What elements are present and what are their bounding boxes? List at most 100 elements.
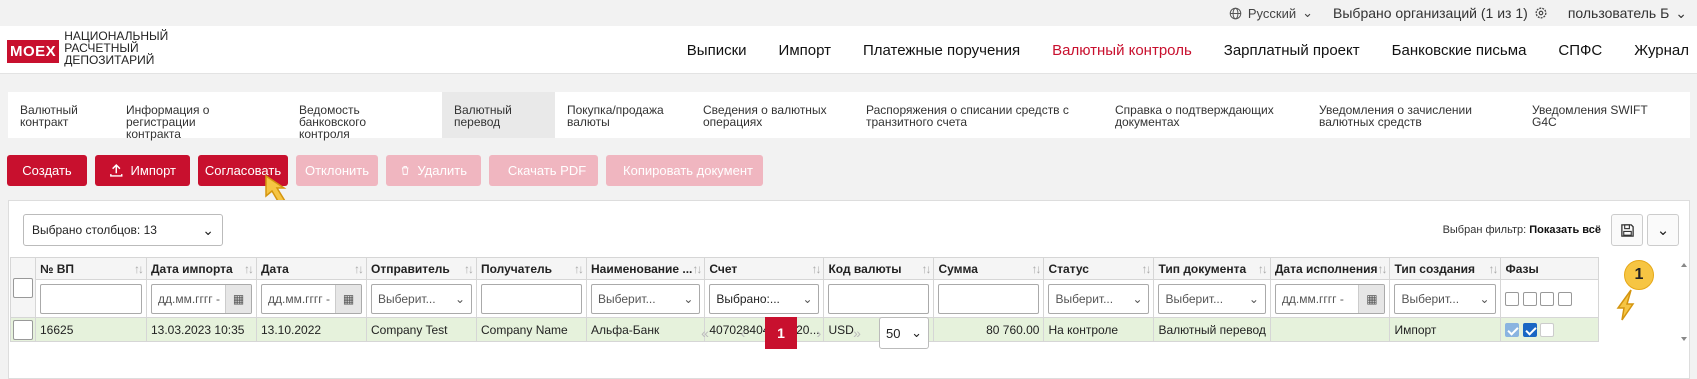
column-header[interactable]: Счет ↑↓	[704, 257, 825, 280]
sort-icon[interactable]: ↑↓	[134, 262, 144, 276]
download-pdf-button[interactable]: Скачать PDF	[489, 155, 598, 186]
table-filter-row: дд.мм.гггг - ▦ дд.мм.гггг - ▦ Выберит... ⌄ …	[11, 279, 1600, 318]
column-header[interactable]: Сумма ↑↓	[933, 257, 1045, 280]
nav-salary-project[interactable]: Зарплатный проект	[1224, 42, 1360, 59]
phase-checkbox[interactable]	[1505, 322, 1520, 337]
sort-icon[interactable]: ↑↓	[1258, 262, 1268, 276]
sort-icon[interactable]: ↑↓	[244, 262, 254, 276]
filter-receiver-input[interactable]	[481, 283, 582, 314]
globe-icon	[1229, 7, 1242, 19]
filter-status-select[interactable]: Выберит... ⌄	[1048, 283, 1150, 314]
row-checkbox[interactable]	[13, 319, 33, 340]
prev-page-icon[interactable]: ‹	[727, 317, 759, 349]
filter-bank-select[interactable]: Выберит... ⌄	[591, 283, 701, 314]
sort-icon[interactable]: ↑↓	[692, 262, 702, 276]
phase-checkbox[interactable]	[1522, 322, 1537, 337]
tab-currency-transfer[interactable]: Валютный перевод	[442, 92, 555, 138]
tab-currency-contract[interactable]: Валютный контракт	[8, 92, 114, 138]
column-header[interactable]: Отправитель ↑↓	[366, 257, 477, 280]
tab-supporting-documents[interactable]: Справка о подтверждающих документах	[1103, 92, 1307, 138]
copy-document-label: Копировать документ	[623, 163, 753, 178]
user-menu[interactable]: пользователь Б ⌄	[1568, 5, 1687, 22]
column-header[interactable]: Тип создания ↑↓	[1389, 257, 1502, 280]
placeholder: Выберит...	[1055, 291, 1114, 306]
nav-payment-orders[interactable]: Платежные поручения	[863, 42, 1020, 59]
filter-import-date[interactable]: дд.мм.гггг - ▦	[151, 283, 252, 314]
filter-creation-select[interactable]: Выберит... ⌄	[1394, 283, 1497, 314]
first-page-icon[interactable]: «	[689, 317, 721, 349]
sort-icon[interactable]: ↑↓	[1141, 262, 1151, 276]
tab-credit-notifications[interactable]: Уведомления о зачислении валютных средств	[1307, 92, 1520, 138]
import-button[interactable]: Импорт	[95, 155, 190, 186]
tab-currency-operations[interactable]: Сведения о валютных операциях	[691, 92, 854, 138]
column-header[interactable]: Дата ↑↓	[256, 257, 367, 280]
nav-import[interactable]: Импорт	[779, 42, 831, 59]
column-header[interactable]: Тип документа ↑↓	[1153, 257, 1271, 280]
filter-number-input[interactable]	[40, 283, 142, 314]
phase-filter-checkbox[interactable]	[1557, 291, 1572, 306]
sort-icon[interactable]: ↑↓	[811, 262, 821, 276]
filter-menu-button[interactable]: ⌄	[1647, 214, 1679, 246]
nav-journal[interactable]: Журнал	[1634, 42, 1689, 59]
column-header[interactable]: Статус ↑↓	[1043, 257, 1155, 280]
nav-statements[interactable]: Выписки	[687, 42, 747, 59]
reject-button[interactable]: Отклонить	[296, 155, 378, 186]
tab-currency-exchange[interactable]: Покупка/продажа валюты	[555, 92, 691, 138]
sort-icon[interactable]: ↑↓	[464, 262, 474, 276]
column-header[interactable]: Дата исполнения ↑↓	[1269, 257, 1391, 280]
save-filter-button[interactable]	[1611, 214, 1643, 246]
tab-swift-notifications[interactable]: Уведомления SWIFT G4C	[1520, 92, 1690, 138]
filter-sender-select[interactable]: Выберит... ⌄	[371, 283, 472, 314]
tab-bank-control-sheet[interactable]: Ведомость банковского контроля	[287, 92, 442, 140]
filter-currency-input[interactable]	[828, 283, 930, 314]
phase-filter-checkbox[interactable]	[1505, 291, 1520, 306]
column-header[interactable]: № ВП ↑↓	[35, 257, 147, 280]
tab-label: валютных средств	[1319, 115, 1422, 129]
tab-transit-debit-orders[interactable]: Распоряжения о списании средств с транзит…	[854, 92, 1103, 138]
select-all-checkbox[interactable]	[13, 277, 33, 298]
gear-icon[interactable]	[1534, 6, 1548, 20]
tab-contract-registration[interactable]: Информация о регистрации контракта	[114, 92, 287, 140]
sort-icon[interactable]: ↑↓	[1488, 262, 1498, 276]
logo[interactable]: MOEX НАЦИОНАЛЬНЫЙ РАСЧЕТНЫЙ ДЕПОЗИТАРИЙ	[7, 30, 168, 66]
page-size-select[interactable]: 50 ⌄	[879, 317, 929, 349]
placeholder: Выберит...	[598, 291, 656, 306]
language-selector[interactable]: Русский ⌄	[1229, 5, 1313, 21]
last-page-icon[interactable]: »	[841, 317, 873, 349]
organization-selector[interactable]: Выбрано организаций (1 из 1)	[1333, 5, 1548, 21]
filter-amount-input[interactable]	[938, 283, 1040, 314]
calendar-icon[interactable]: ▦	[335, 284, 361, 313]
column-header[interactable]: Наименование ... ↑↓	[585, 257, 706, 280]
sort-icon[interactable]: ↑↓	[354, 262, 364, 276]
sort-icon[interactable]: ↑↓	[1031, 262, 1041, 276]
sort-icon[interactable]: ↑↓	[574, 262, 584, 276]
delete-button[interactable]: Удалить	[386, 155, 481, 186]
column-header[interactable]: Фазы	[1500, 257, 1600, 280]
sort-icon[interactable]: ↑↓	[921, 262, 931, 276]
create-button[interactable]: Создать	[7, 155, 87, 186]
copy-document-button[interactable]: Копировать документ	[606, 155, 763, 186]
column-header[interactable]: Дата импорта ↑↓	[146, 257, 257, 280]
nav-spfs[interactable]: СПФС	[1558, 42, 1602, 59]
filter-exec-date[interactable]: дд.мм.гггг - ▦	[1274, 283, 1386, 314]
vertical-scrollbar[interactable]	[1679, 257, 1689, 347]
phase-filter-checkbox[interactable]	[1540, 291, 1555, 306]
filter-account-select[interactable]: Выбрано:... ⌄	[709, 283, 820, 314]
nav-currency-control[interactable]: Валютный контроль	[1052, 42, 1192, 59]
column-header[interactable]: Код валюты ↑↓	[823, 257, 935, 280]
filter-doc-type-select[interactable]: Выберит... ⌄	[1158, 283, 1266, 314]
nav-bank-letters[interactable]: Банковские письма	[1392, 42, 1527, 59]
phase-filter-checkbox[interactable]	[1522, 291, 1537, 306]
filter-date[interactable]: дд.мм.гггг - ▦	[261, 283, 362, 314]
calendar-icon[interactable]: ▦	[1358, 284, 1385, 313]
phase-checkbox[interactable]	[1540, 322, 1555, 337]
placeholder: дд.мм.гггг -	[268, 291, 331, 306]
column-title: Дата	[261, 261, 289, 276]
column-header[interactable]: Получатель ↑↓	[476, 257, 587, 280]
sort-icon[interactable]: ↑↓	[1377, 262, 1387, 276]
columns-selector[interactable]: Выбрано столбцов: 13 ⌄	[23, 214, 223, 246]
calendar-icon[interactable]: ▦	[225, 284, 251, 313]
columns-selector-label: Выбрано столбцов: 13	[32, 223, 157, 237]
page-current[interactable]: 1	[765, 317, 797, 349]
next-page-icon[interactable]: ›	[803, 317, 835, 349]
